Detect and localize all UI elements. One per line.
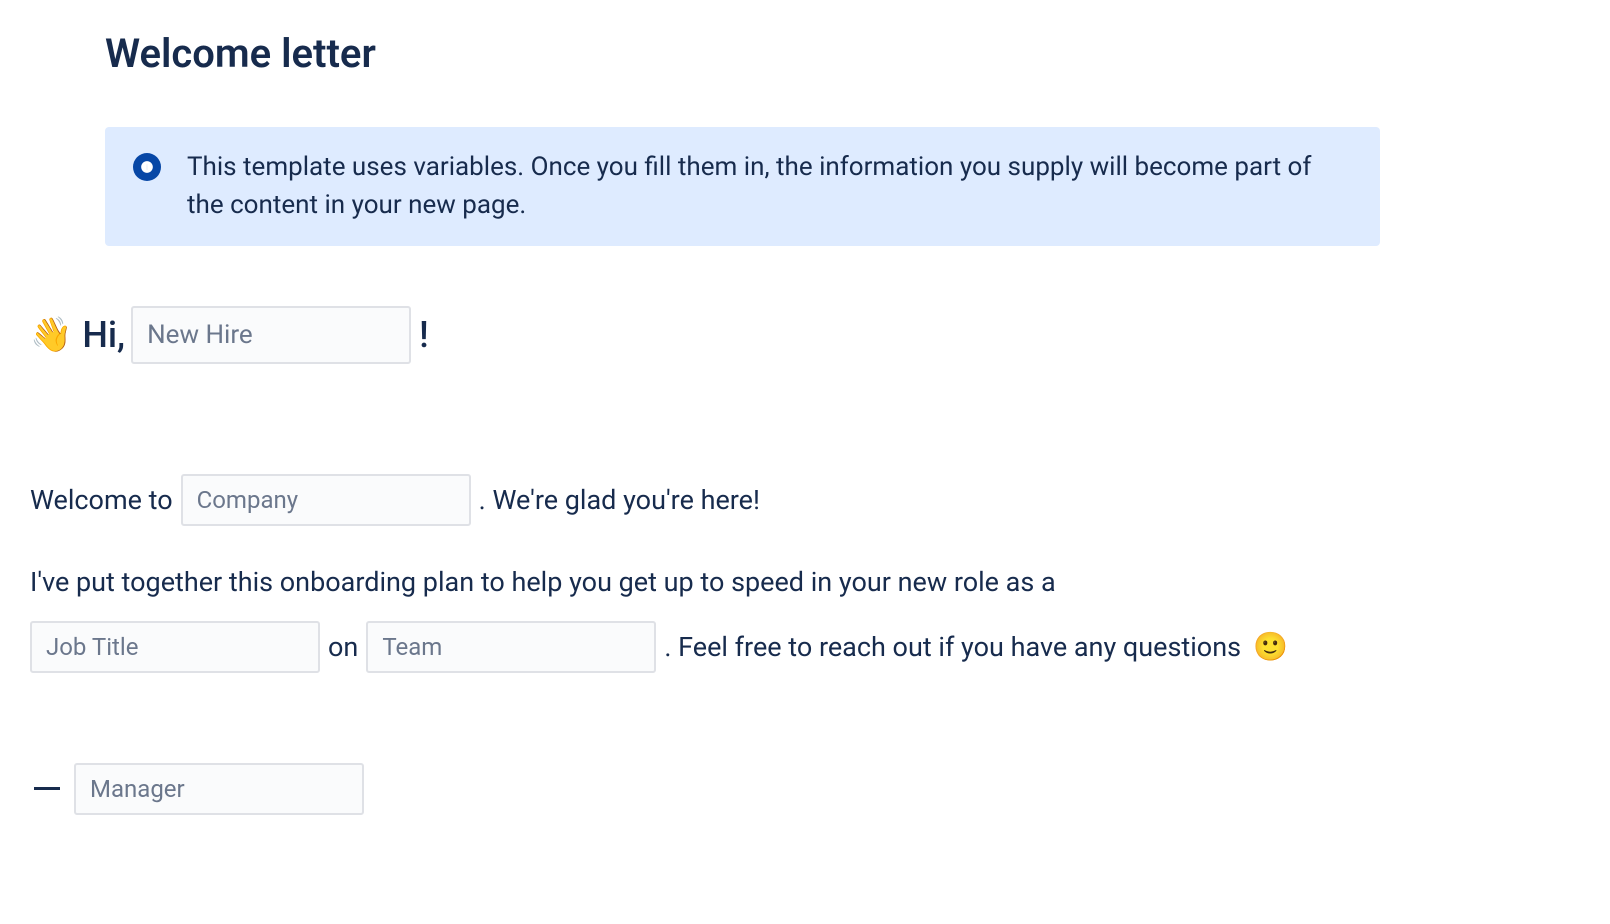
- job-title-input[interactable]: [30, 621, 320, 673]
- greeting-exclaim: !: [419, 314, 429, 356]
- em-dash-icon: [34, 787, 60, 790]
- welcome-line: Welcome to . We're glad you're here!: [30, 474, 1580, 526]
- onboarding-intro-line: I've put together this onboarding plan t…: [30, 562, 1580, 603]
- info-panel-text: This template uses variables. Once you f…: [187, 149, 1352, 224]
- reach-out-text: . Feel free to reach out if you have any…: [664, 627, 1241, 668]
- welcome-to-text: Welcome to: [30, 480, 173, 521]
- smile-emoji-icon: 🙂: [1253, 630, 1288, 663]
- role-line: on . Feel free to reach out if you have …: [30, 621, 1580, 673]
- glad-here-text: . We're glad you're here!: [479, 480, 760, 521]
- new-hire-input[interactable]: [131, 306, 411, 364]
- onboarding-intro-text: I've put together this onboarding plan t…: [30, 562, 1056, 603]
- greeting-line: 👋 Hi, !: [30, 306, 1580, 364]
- manager-input[interactable]: [74, 763, 364, 815]
- info-panel: This template uses variables. Once you f…: [105, 127, 1380, 246]
- info-icon: [133, 153, 161, 181]
- signature-line: [30, 763, 1580, 815]
- team-input[interactable]: [366, 621, 656, 673]
- page-title: Welcome letter: [105, 30, 1580, 77]
- on-text: on: [328, 627, 358, 668]
- company-input[interactable]: [181, 474, 471, 526]
- greeting-hi-text: Hi,: [82, 314, 125, 356]
- wave-emoji-icon: 👋: [30, 315, 72, 355]
